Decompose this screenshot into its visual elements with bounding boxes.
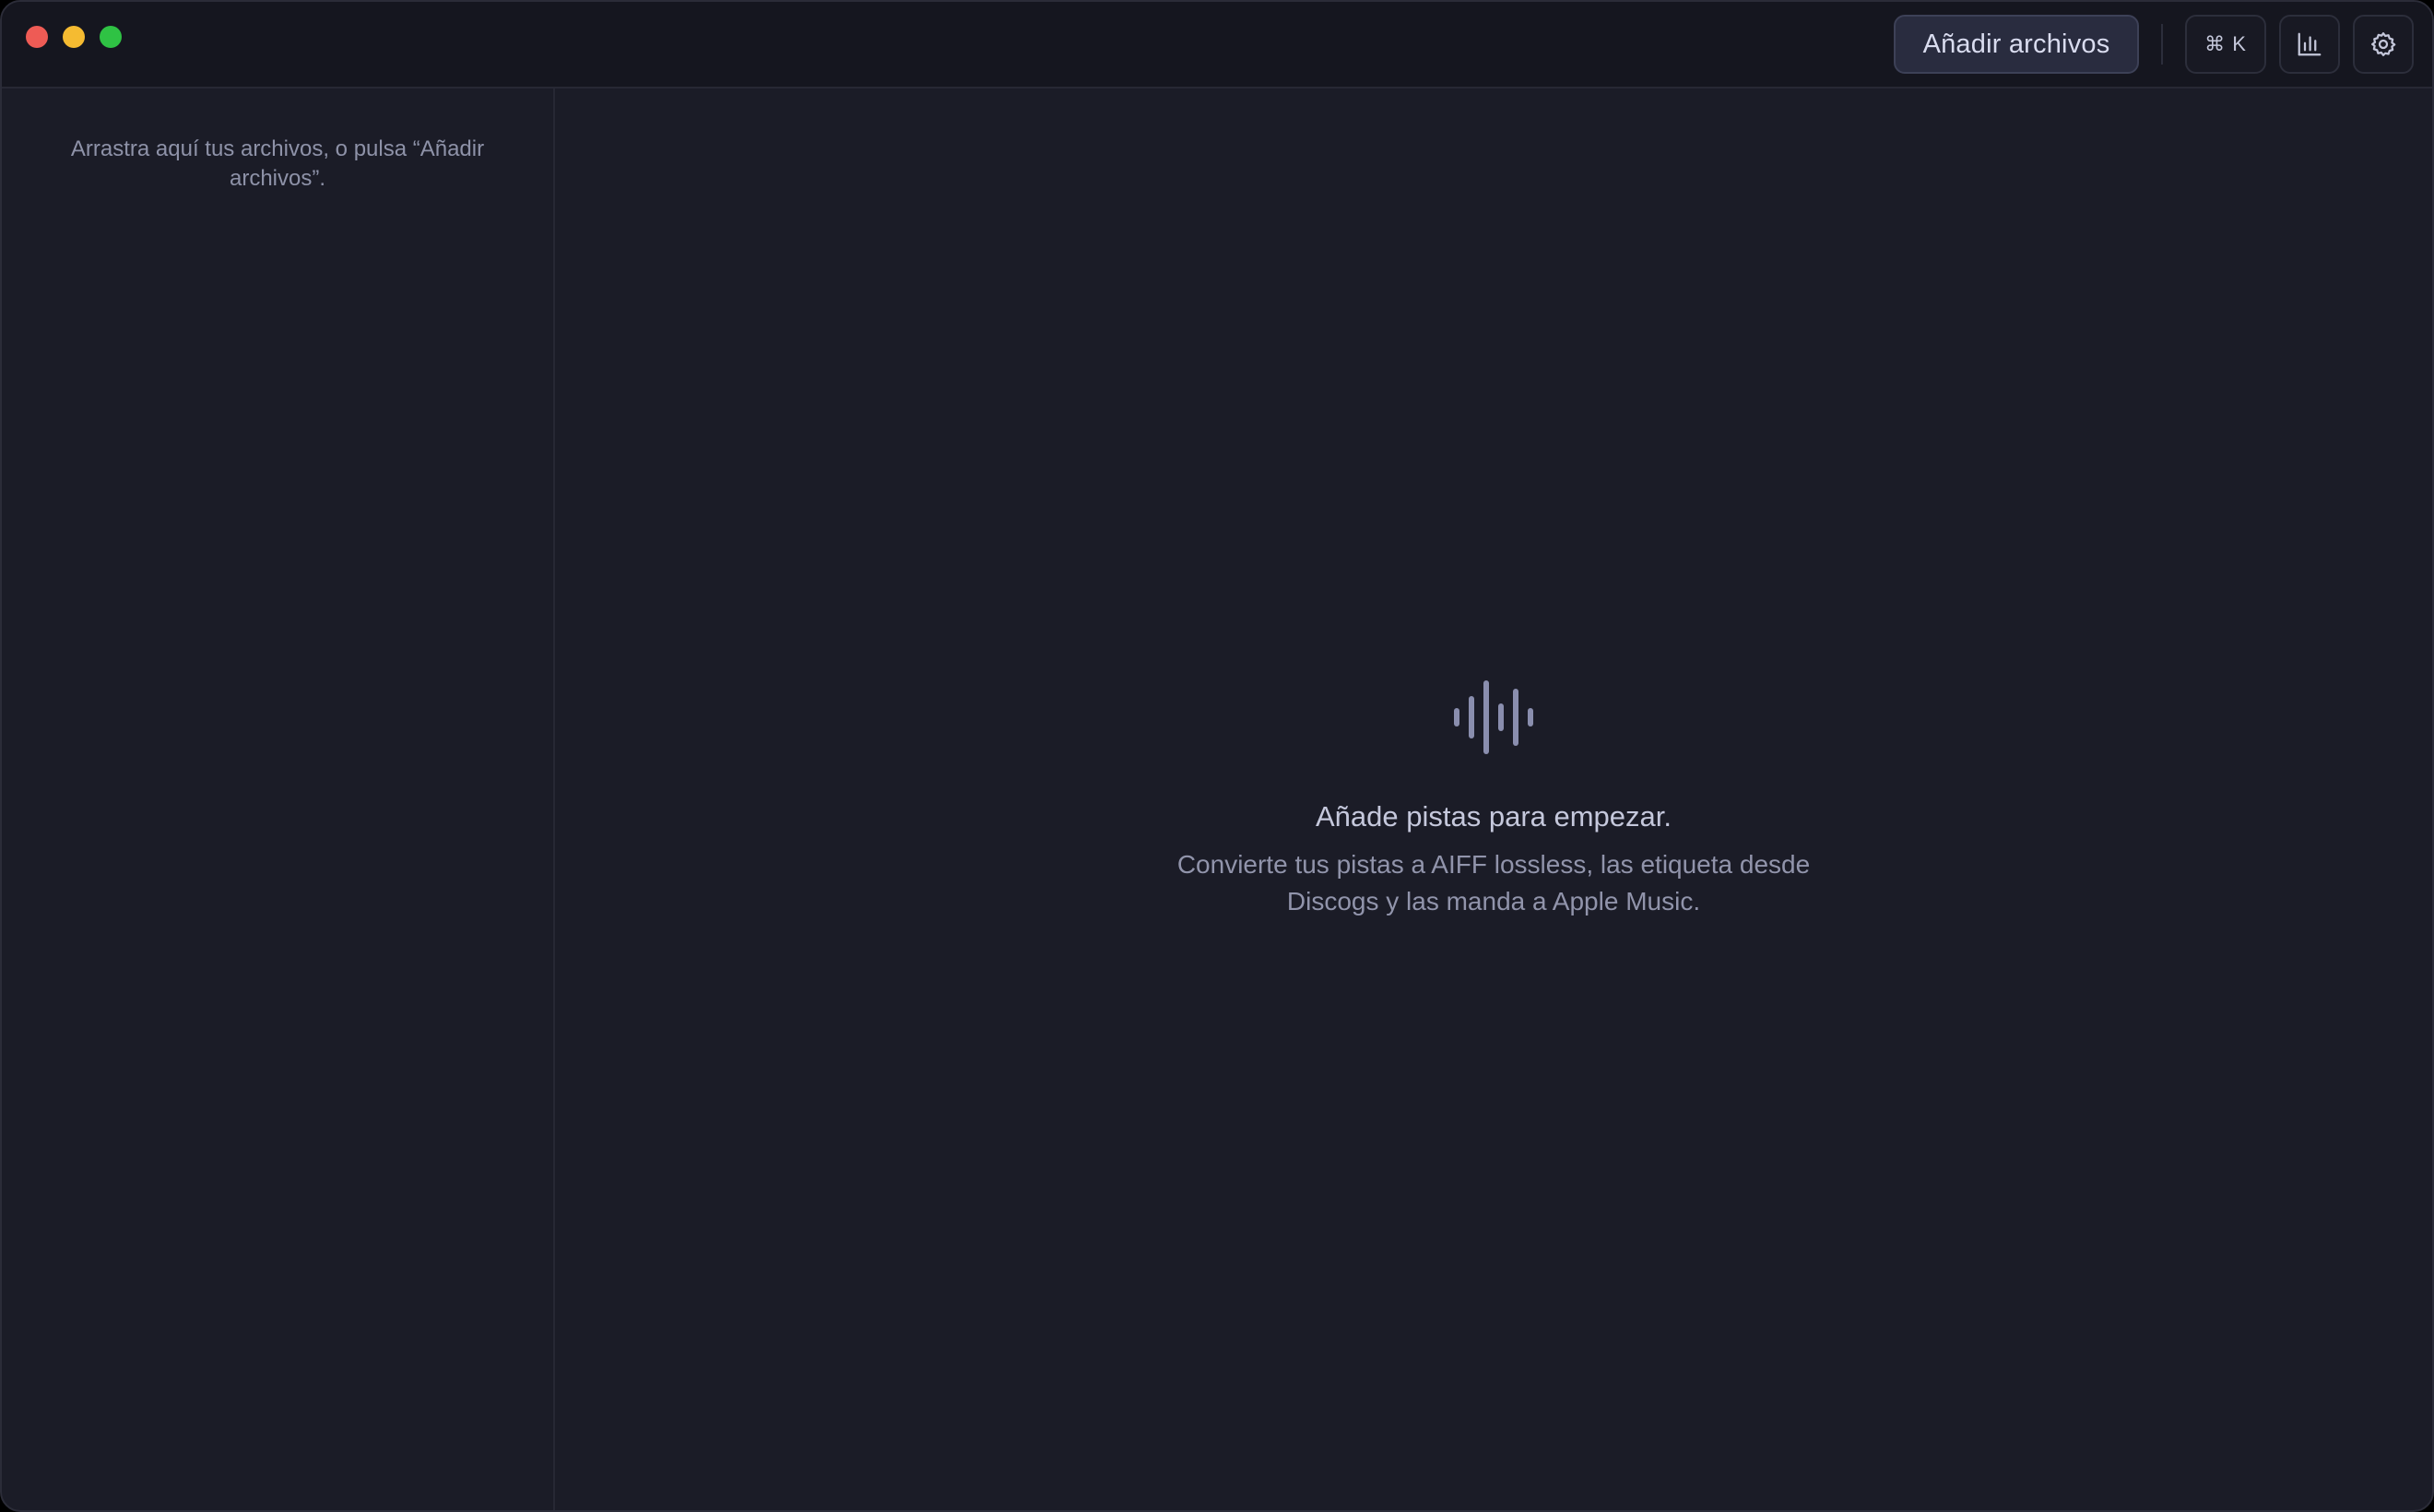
empty-state-title: Añade pistas para empezar. xyxy=(1315,800,1672,833)
toolbar-divider xyxy=(2161,24,2163,65)
bar-chart-icon xyxy=(2298,32,2322,56)
audio-waveform-icon xyxy=(1454,680,1533,754)
add-files-button[interactable]: Añadir archivos xyxy=(1894,15,2139,74)
sidebar[interactable]: Arrastra aquí tus archivos, o pulsa “Aña… xyxy=(2,89,555,1510)
command-palette-button[interactable]: ⌘ K xyxy=(2185,15,2266,74)
settings-button[interactable] xyxy=(2353,15,2414,74)
drop-hint: Arrastra aquí tus archivos, o pulsa “Aña… xyxy=(70,136,485,191)
close-window-button[interactable] xyxy=(26,26,48,48)
shortcut-label: ⌘ K xyxy=(2204,32,2247,55)
app-window: Añadir archivos ⌘ K Arrastra aquí tus ar… xyxy=(0,0,2434,1512)
minimize-window-button[interactable] xyxy=(63,26,85,48)
zoom-window-button[interactable] xyxy=(100,26,122,48)
stats-button[interactable] xyxy=(2279,15,2340,74)
gear-icon xyxy=(2371,32,2396,56)
main-panel[interactable]: Añade pistas para empezar. Convierte tus… xyxy=(555,89,2432,1510)
empty-state-description: Convierte tus pistas a AIFF lossless, la… xyxy=(1176,850,1811,915)
title-bar: Añadir archivos ⌘ K xyxy=(2,2,2432,89)
empty-state: Añade pistas para empezar. Convierte tus… xyxy=(555,679,2432,920)
add-files-label: Añadir archivos xyxy=(1922,29,2110,59)
